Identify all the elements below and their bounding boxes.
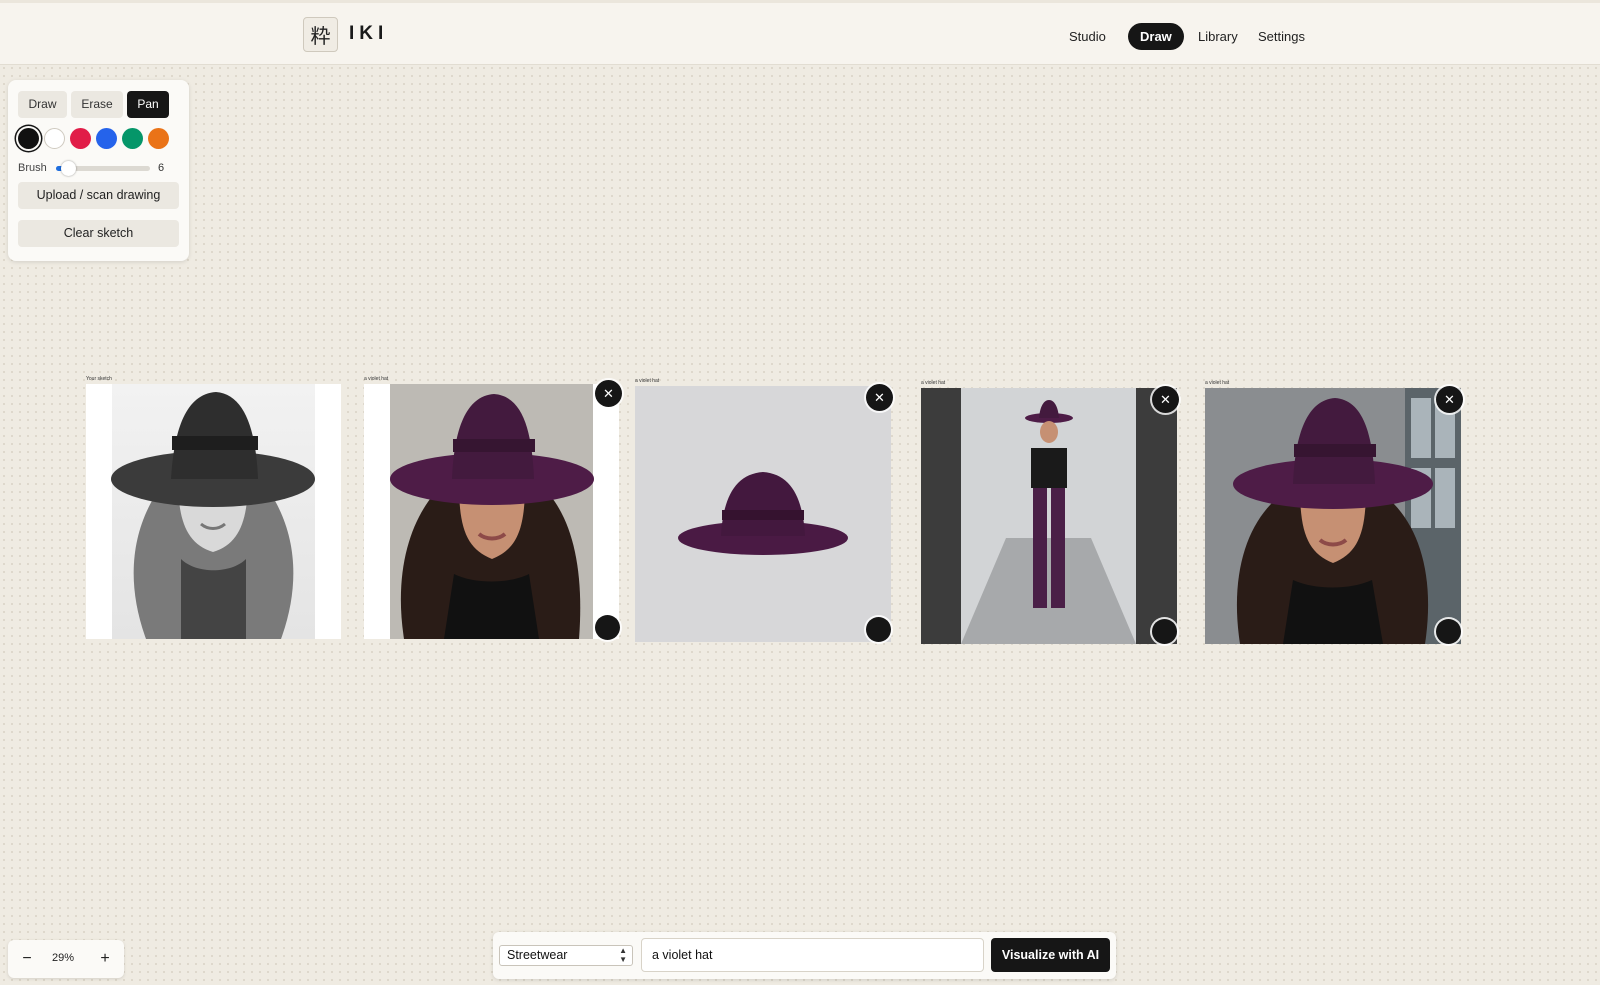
color-swatch-orange[interactable] (148, 128, 169, 149)
brush-label: Brush (18, 162, 47, 174)
card-caption: a violet hat (364, 376, 389, 382)
mode-erase-button[interactable]: Erase (71, 91, 123, 118)
card-caption: a violet hat (921, 380, 946, 386)
card-action-dot[interactable] (1436, 619, 1461, 644)
remove-card-button[interactable]: ✕ (595, 380, 622, 407)
zoom-out-button[interactable]: − (17, 949, 37, 969)
color-swatch-white[interactable] (44, 128, 65, 149)
brand-name: IKI (349, 23, 389, 44)
generated-image-runway (921, 388, 1177, 644)
brush-size-value: 6 (158, 162, 165, 174)
zoom-level: 29% (52, 952, 75, 964)
color-swatch-red[interactable] (70, 128, 91, 149)
remove-card-button[interactable]: ✕ (1152, 386, 1179, 413)
prompt-bar: Streetwear ▲ ▼ a violet hat Visualize wit… (493, 932, 1116, 979)
style-select-value: Streetwear (507, 948, 568, 962)
zoom-in-button[interactable]: + (95, 949, 115, 969)
brush-size-slider[interactable] (56, 161, 150, 176)
zoom-controls: − 29% + (8, 940, 124, 978)
sketch-card[interactable]: Your sketch (86, 376, 341, 639)
prompt-input[interactable]: a violet hat (641, 938, 984, 972)
card-action-dot[interactable] (1152, 619, 1177, 644)
generated-card-3[interactable]: a violet hat ✕ (921, 380, 1179, 644)
upload-drawing-button[interactable]: Upload / scan drawing (18, 182, 179, 209)
generated-image-street (1205, 388, 1461, 644)
generated-card-2[interactable]: a violet hat ✕ (635, 378, 893, 642)
nav-studio[interactable]: Studio (1057, 23, 1118, 50)
color-swatch-black[interactable] (18, 128, 39, 149)
generated-image-portrait (364, 384, 619, 639)
nav-draw[interactable]: Draw (1128, 23, 1184, 50)
generated-image-product (635, 386, 891, 642)
card-caption: a violet hat (635, 378, 660, 384)
style-select[interactable]: Streetwear ▲ ▼ (499, 945, 633, 966)
color-swatch-green[interactable] (122, 128, 143, 149)
generated-card-1[interactable]: a violet hat ✕ (364, 376, 622, 640)
card-action-dot[interactable] (595, 615, 620, 640)
nav-library[interactable]: Library (1186, 23, 1250, 50)
card-action-dot[interactable] (866, 617, 891, 642)
remove-card-button[interactable]: ✕ (1436, 386, 1463, 413)
card-caption: Your sketch (86, 376, 112, 382)
drawing-tools-panel: Draw Erase Pan Brush 6 Upload / scan dra… (8, 80, 189, 261)
card-caption: a violet hat (1205, 380, 1230, 386)
top-header: 粋 IKI Studio Draw Library Settings (0, 0, 1600, 65)
visualize-button[interactable]: Visualize with AI (991, 938, 1110, 972)
clear-sketch-button[interactable]: Clear sketch (18, 220, 179, 247)
slider-thumb[interactable] (61, 161, 77, 176)
mode-draw-button[interactable]: Draw (18, 91, 67, 118)
sketch-image (86, 384, 341, 639)
logo-icon[interactable]: 粋 (303, 17, 338, 52)
mode-pan-button[interactable]: Pan (127, 91, 169, 118)
generated-card-4[interactable]: a violet hat ✕ (1205, 380, 1463, 644)
select-arrows-icon: ▲ ▼ (619, 946, 627, 964)
color-swatch-blue[interactable] (96, 128, 117, 149)
remove-card-button[interactable]: ✕ (866, 384, 893, 411)
nav-settings[interactable]: Settings (1246, 23, 1317, 50)
